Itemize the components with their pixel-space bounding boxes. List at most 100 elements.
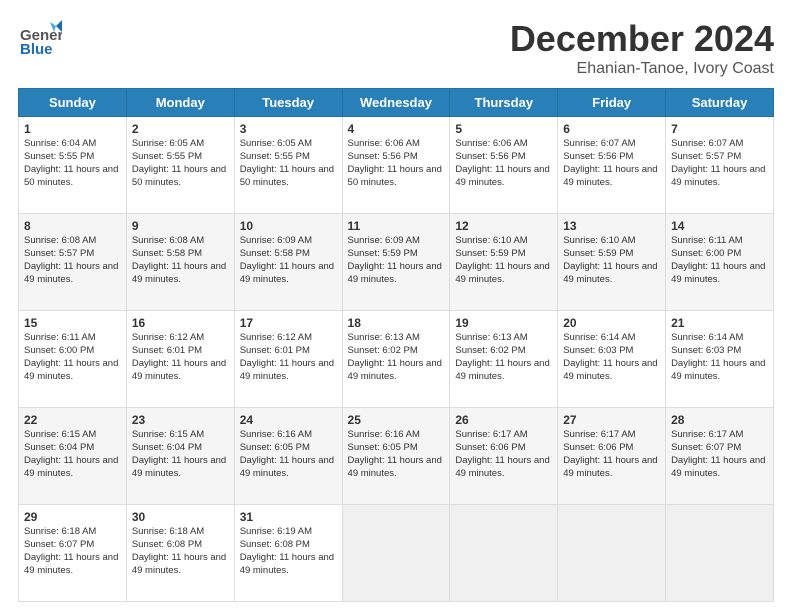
daylight-text: Daylight: 11 hours and 50 minutes. [240,164,334,188]
sunrise-text: Sunrise: 6:07 AM [563,138,635,149]
day-number: 12 [455,218,552,234]
sunrise-text: Sunrise: 6:09 AM [240,235,312,246]
calendar-cell: 6Sunrise: 6:07 AMSunset: 5:56 PMDaylight… [558,117,666,214]
day-number: 28 [671,412,768,428]
day-number: 17 [240,315,337,331]
daylight-text: Daylight: 11 hours and 49 minutes. [240,455,334,479]
calendar-cell: 13Sunrise: 6:10 AMSunset: 5:59 PMDayligh… [558,214,666,311]
day-number: 13 [563,218,660,234]
daylight-text: Daylight: 11 hours and 49 minutes. [240,261,334,285]
day-number: 24 [240,412,337,428]
sunrise-text: Sunrise: 6:17 AM [671,429,743,440]
daylight-text: Daylight: 11 hours and 49 minutes. [132,552,226,576]
daylight-text: Daylight: 11 hours and 49 minutes. [563,358,657,382]
calendar-cell: 28Sunrise: 6:17 AMSunset: 6:07 PMDayligh… [666,408,774,505]
calendar-cell: 25Sunrise: 6:16 AMSunset: 6:05 PMDayligh… [342,408,450,505]
calendar-cell: 29Sunrise: 6:18 AMSunset: 6:07 PMDayligh… [19,505,127,602]
sunrise-text: Sunrise: 6:07 AM [671,138,743,149]
sunrise-text: Sunrise: 6:15 AM [132,429,204,440]
sunrise-text: Sunrise: 6:06 AM [348,138,420,149]
day-number: 19 [455,315,552,331]
calendar-cell: 2Sunrise: 6:05 AMSunset: 5:55 PMDaylight… [126,117,234,214]
sunset-text: Sunset: 5:58 PM [132,248,202,259]
sunrise-text: Sunrise: 6:17 AM [455,429,527,440]
calendar-cell [666,505,774,602]
day-number: 14 [671,218,768,234]
day-header-tuesday: Tuesday [234,89,342,117]
calendar-cell: 12Sunrise: 6:10 AMSunset: 5:59 PMDayligh… [450,214,558,311]
day-number: 29 [24,509,121,525]
calendar-cell: 23Sunrise: 6:15 AMSunset: 6:04 PMDayligh… [126,408,234,505]
calendar-cell: 20Sunrise: 6:14 AMSunset: 6:03 PMDayligh… [558,311,666,408]
sunset-text: Sunset: 6:08 PM [240,539,310,550]
sunset-text: Sunset: 6:04 PM [24,442,94,453]
calendar-cell [558,505,666,602]
logo: General Blue [18,18,62,62]
calendar-week-3: 15Sunrise: 6:11 AMSunset: 6:00 PMDayligh… [19,311,774,408]
daylight-text: Daylight: 11 hours and 49 minutes. [671,164,765,188]
day-number: 27 [563,412,660,428]
day-number: 3 [240,121,337,137]
day-number: 15 [24,315,121,331]
day-number: 5 [455,121,552,137]
daylight-text: Daylight: 11 hours and 49 minutes. [348,455,442,479]
day-header-monday: Monday [126,89,234,117]
day-number: 31 [240,509,337,525]
daylight-text: Daylight: 11 hours and 49 minutes. [455,455,549,479]
daylight-text: Daylight: 11 hours and 49 minutes. [671,261,765,285]
day-number: 7 [671,121,768,137]
sunset-text: Sunset: 6:02 PM [455,345,525,356]
sunset-text: Sunset: 5:55 PM [24,151,94,162]
sunset-text: Sunset: 6:00 PM [671,248,741,259]
calendar-cell: 15Sunrise: 6:11 AMSunset: 6:00 PMDayligh… [19,311,127,408]
sunrise-text: Sunrise: 6:11 AM [24,332,96,343]
daylight-text: Daylight: 11 hours and 49 minutes. [240,358,334,382]
sunset-text: Sunset: 6:05 PM [348,442,418,453]
daylight-text: Daylight: 11 hours and 49 minutes. [240,552,334,576]
sunrise-text: Sunrise: 6:11 AM [671,235,743,246]
daylight-text: Daylight: 11 hours and 50 minutes. [348,164,442,188]
sunrise-text: Sunrise: 6:05 AM [240,138,312,149]
sunset-text: Sunset: 6:07 PM [671,442,741,453]
calendar-cell: 22Sunrise: 6:15 AMSunset: 6:04 PMDayligh… [19,408,127,505]
calendar-cell: 30Sunrise: 6:18 AMSunset: 6:08 PMDayligh… [126,505,234,602]
sunset-text: Sunset: 5:58 PM [240,248,310,259]
sunset-text: Sunset: 5:55 PM [240,151,310,162]
daylight-text: Daylight: 11 hours and 50 minutes. [132,164,226,188]
daylight-text: Daylight: 11 hours and 49 minutes. [132,261,226,285]
calendar-cell: 1Sunrise: 6:04 AMSunset: 5:55 PMDaylight… [19,117,127,214]
daylight-text: Daylight: 11 hours and 49 minutes. [671,358,765,382]
sunset-text: Sunset: 5:57 PM [671,151,741,162]
daylight-text: Daylight: 11 hours and 49 minutes. [455,261,549,285]
daylight-text: Daylight: 11 hours and 49 minutes. [24,261,118,285]
sunrise-text: Sunrise: 6:08 AM [24,235,96,246]
daylight-text: Daylight: 11 hours and 49 minutes. [132,358,226,382]
daylight-text: Daylight: 11 hours and 49 minutes. [455,164,549,188]
sunrise-text: Sunrise: 6:12 AM [132,332,204,343]
calendar-week-1: 1Sunrise: 6:04 AMSunset: 5:55 PMDaylight… [19,117,774,214]
sunrise-text: Sunrise: 6:16 AM [240,429,312,440]
daylight-text: Daylight: 11 hours and 49 minutes. [132,455,226,479]
sunrise-text: Sunrise: 6:16 AM [348,429,420,440]
calendar-cell: 10Sunrise: 6:09 AMSunset: 5:58 PMDayligh… [234,214,342,311]
calendar-table: SundayMondayTuesdayWednesdayThursdayFrid… [18,88,774,602]
day-number: 6 [563,121,660,137]
calendar-cell: 16Sunrise: 6:12 AMSunset: 6:01 PMDayligh… [126,311,234,408]
sunset-text: Sunset: 5:57 PM [24,248,94,259]
logo-icon: General Blue [18,18,62,62]
day-header-thursday: Thursday [450,89,558,117]
sunset-text: Sunset: 5:55 PM [132,151,202,162]
calendar-cell: 14Sunrise: 6:11 AM Sunset: 6:00 PM Dayligh… [666,214,774,311]
sunrise-text: Sunrise: 6:13 AM [455,332,527,343]
sunset-text: Sunset: 5:56 PM [455,151,525,162]
daylight-text: Daylight: 11 hours and 49 minutes. [563,261,657,285]
sunrise-text: Sunrise: 6:14 AM [563,332,635,343]
day-number: 22 [24,412,121,428]
sunset-text: Sunset: 6:08 PM [132,539,202,550]
day-number: 9 [132,218,229,234]
sunset-text: Sunset: 6:04 PM [132,442,202,453]
calendar-cell: 31Sunrise: 6:19 AMSunset: 6:08 PMDayligh… [234,505,342,602]
day-header-friday: Friday [558,89,666,117]
sunset-text: Sunset: 5:56 PM [348,151,418,162]
sunrise-text: Sunrise: 6:18 AM [132,526,204,537]
